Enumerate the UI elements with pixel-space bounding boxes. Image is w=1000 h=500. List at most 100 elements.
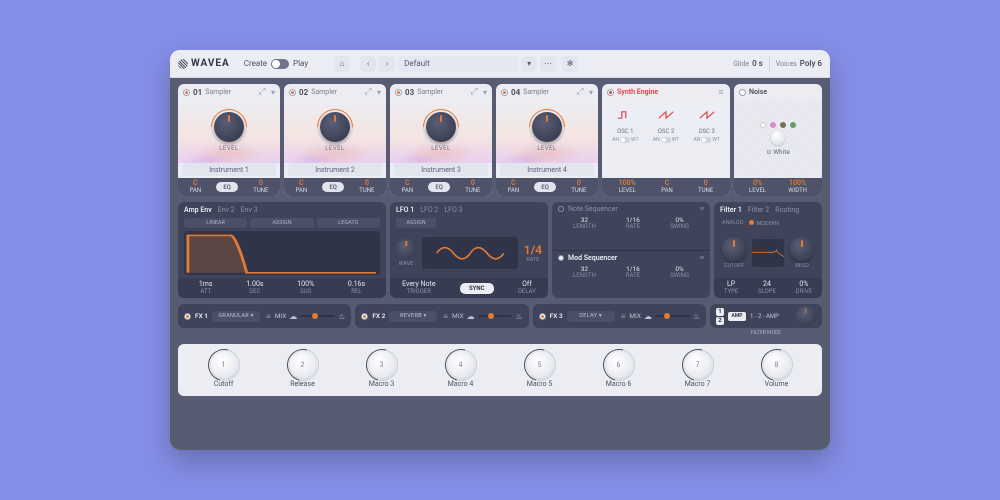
osc2-anwt-toggle[interactable]: ANWT <box>648 137 685 143</box>
noteseq-length[interactable]: 32LENGTH <box>573 217 596 231</box>
rel-value[interactable]: 0.16sREL <box>348 281 365 295</box>
env-display[interactable] <box>184 231 380 275</box>
sampler-3-chevron-icon[interactable]: ▾ <box>483 88 487 97</box>
tab-filter1[interactable]: Filter 1 <box>720 206 742 214</box>
noise-dot-pink[interactable] <box>770 122 776 128</box>
sampler-1-level-knob[interactable] <box>214 112 244 142</box>
tab-routing[interactable]: Routing <box>775 206 799 214</box>
osc3-anwt-toggle[interactable]: ANWT <box>688 137 725 143</box>
noise-dot-green[interactable] <box>790 122 796 128</box>
fx-3-type-selector[interactable]: DELAY ▾ <box>567 311 615 322</box>
macro-1-knob[interactable]: 1 <box>211 352 237 378</box>
sampler-4-expand-icon[interactable]: ⤢ <box>576 88 584 96</box>
tab-env2[interactable]: Env 2 <box>218 206 235 214</box>
modseq-length[interactable]: 32LENGTH <box>573 266 596 280</box>
sampler-4-power-button[interactable] <box>501 89 508 96</box>
tab-amp-env[interactable]: Amp Env <box>184 206 212 214</box>
att-value[interactable]: 1msATT <box>199 281 213 295</box>
tab-lfo2[interactable]: LFO 2 <box>420 206 438 214</box>
noise-type[interactable]: White <box>773 148 790 156</box>
tab-lfo3[interactable]: LFO 3 <box>444 206 462 214</box>
sampler-1-tune[interactable]: 0TUNE <box>253 180 268 194</box>
modseq-swing[interactable]: 0%SWING <box>670 266 689 280</box>
fx-3-menu-icon[interactable]: ≡ <box>621 312 626 321</box>
env-assign-button[interactable]: ASSIGN <box>250 218 313 228</box>
osc1-anwt-toggle[interactable]: ANWT <box>607 137 644 143</box>
glide-control[interactable]: Glide0 s <box>733 59 763 68</box>
macro-5-knob[interactable]: 5 <box>527 352 553 378</box>
lfo-delay[interactable]: OffDELAY <box>518 281 536 295</box>
fx-3-power-button[interactable] <box>539 313 546 320</box>
filter-mode-analog[interactable]: ANALOG <box>722 220 743 227</box>
macro-7-knob[interactable]: 7 <box>685 352 711 378</box>
more-icon[interactable]: ⋯ <box>540 56 556 72</box>
mode-toggle[interactable] <box>271 59 289 69</box>
sampler-4-tune[interactable]: 0TUNE <box>571 180 586 194</box>
sampler-2-eq-button[interactable]: EQ <box>322 182 344 192</box>
sampler-2-instrument-selector[interactable]: Instrument 2 <box>288 163 382 176</box>
sampler-4-level-knob[interactable] <box>532 112 562 142</box>
route-slot-1[interactable]: 1 <box>716 308 724 316</box>
sampler-3-pan[interactable]: CPAN <box>402 180 414 194</box>
fx-1-power-button[interactable] <box>184 313 191 320</box>
sampler-1-pan[interactable]: CPAN <box>190 180 202 194</box>
sampler-3-power-button[interactable] <box>395 89 402 96</box>
preset-name[interactable]: Default <box>398 56 518 72</box>
tab-lfo1[interactable]: LFO 1 <box>396 206 414 214</box>
preset-prev-button[interactable]: ‹ <box>360 56 376 72</box>
sampler-4-eq-button[interactable]: EQ <box>534 182 556 192</box>
macro-4-knob[interactable]: 4 <box>448 352 474 378</box>
noise-dot-brown[interactable] <box>780 122 786 128</box>
noteseq-swing[interactable]: 0%SWING <box>670 217 689 231</box>
sampler-4-pan[interactable]: CPAN <box>508 180 520 194</box>
macro-8-knob[interactable]: 8 <box>764 352 790 378</box>
lfo-rate-value[interactable]: 1/4 <box>524 243 542 257</box>
sampler-2-expand-icon[interactable]: ⤢ <box>364 88 372 96</box>
sampler-3-instrument-selector[interactable]: Instrument 3 <box>394 163 488 176</box>
filter-mode-modern[interactable]: MODERN <box>749 220 779 227</box>
route-slot-2[interactable]: 2 <box>716 317 724 325</box>
fx-2-mix-slider[interactable]: MIX☁ ♨ <box>452 312 523 321</box>
sampler-1-instrument-selector[interactable]: Instrument 1 <box>182 163 276 176</box>
noteseq-rate[interactable]: 1/16RATE <box>626 217 640 231</box>
sampler-3-expand-icon[interactable]: ⤢ <box>470 88 478 96</box>
amp-knob[interactable] <box>796 306 816 326</box>
lfo-assign-button[interactable]: ASSIGN <box>396 218 436 228</box>
fx-2-type-selector[interactable]: REVERB ▾ <box>389 311 437 322</box>
sampler-4-chevron-icon[interactable]: ▾ <box>589 88 593 97</box>
sampler-2-chevron-icon[interactable]: ▾ <box>377 88 381 97</box>
mod-seq-power[interactable] <box>558 255 564 261</box>
settings-button[interactable]: ✻ <box>562 56 578 72</box>
fx-1-type-selector[interactable]: GRANULAR ▾ <box>212 311 260 322</box>
fx-1-mix-slider[interactable]: MIX☁ ♨ <box>275 312 346 321</box>
home-button[interactable]: ⌂ <box>334 56 350 72</box>
sampler-2-level-knob[interactable] <box>320 112 350 142</box>
amp-pill[interactable]: AMP <box>728 312 746 321</box>
osc1-wave-selector[interactable] <box>607 104 644 126</box>
lfo-wave-knob[interactable]: WAVE <box>396 239 416 267</box>
sampler-2-pan[interactable]: CPAN <box>296 180 308 194</box>
mode-switch[interactable]: Create Play <box>244 59 308 69</box>
sus-value[interactable]: 100%SUS <box>297 281 314 295</box>
sampler-2-tune[interactable]: 0TUNE <box>359 180 374 194</box>
sampler-3-eq-button[interactable]: EQ <box>428 182 450 192</box>
env-legato-button[interactable]: LEGATO <box>317 218 380 228</box>
note-seq-menu-icon[interactable]: ≡ <box>700 205 704 213</box>
modseq-rate[interactable]: 1/16RATE <box>626 266 640 280</box>
fx-3-mix-slider[interactable]: MIX☁ ♨ <box>629 312 700 321</box>
lfo-sync-button[interactable]: SYNC <box>460 283 494 294</box>
synth-menu-icon[interactable]: ≡ <box>717 88 725 96</box>
osc3-wave-selector[interactable] <box>688 104 725 126</box>
sampler-1-eq-button[interactable]: EQ <box>216 182 238 192</box>
fx-1-menu-icon[interactable]: ≡ <box>266 312 271 321</box>
mod-seq-menu-icon[interactable]: ≡ <box>700 254 704 262</box>
fx-2-power-button[interactable] <box>361 313 368 320</box>
sampler-1-power-button[interactable] <box>183 89 190 96</box>
sampler-4-instrument-selector[interactable]: Instrument 4 <box>500 163 594 176</box>
tab-env3[interactable]: Env 3 <box>241 206 258 214</box>
synth-power-button[interactable] <box>607 89 614 96</box>
filter-type[interactable]: LPTYPE <box>724 281 738 295</box>
fx-2-menu-icon[interactable]: ≡ <box>443 312 448 321</box>
env-curve-linear[interactable]: LINEAR <box>184 218 247 228</box>
sampler-3-level-knob[interactable] <box>426 112 456 142</box>
